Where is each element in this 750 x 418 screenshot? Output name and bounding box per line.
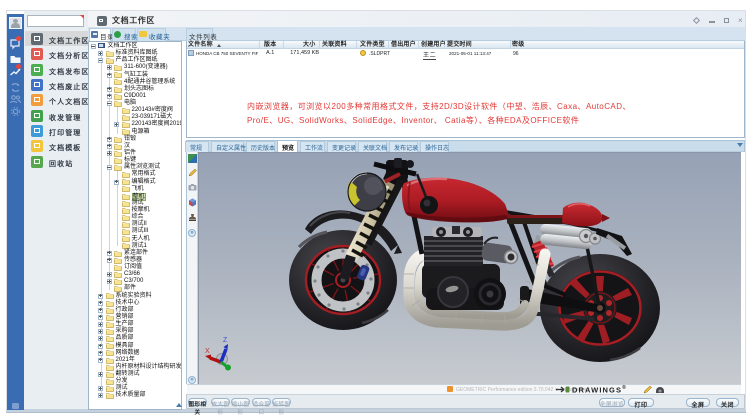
svg-text:Z: Z [223,337,228,344]
svg-text:X: X [205,348,210,355]
